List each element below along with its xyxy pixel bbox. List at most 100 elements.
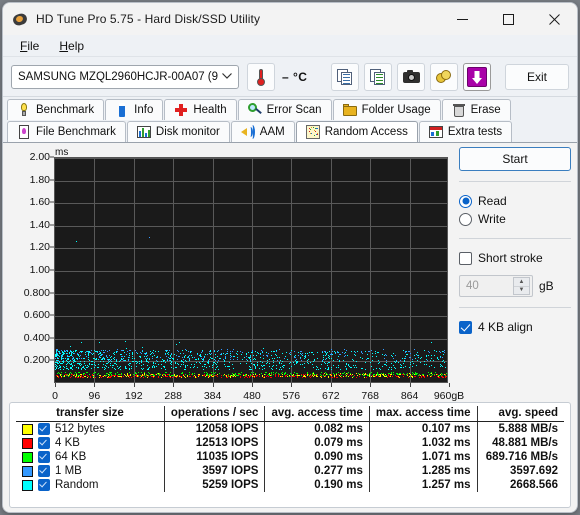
stepper-down-icon[interactable]: ▼: [514, 287, 529, 295]
data-point: [328, 350, 330, 352]
data-point: [140, 371, 142, 373]
cell-transfer-size[interactable]: Random: [16, 478, 164, 492]
data-point: [111, 366, 113, 368]
data-point: [208, 373, 210, 375]
data-point: [160, 367, 162, 369]
cell-avg-access: 0.079 ms: [264, 436, 370, 450]
data-point: [355, 373, 357, 375]
data-point: [434, 372, 436, 374]
data-point: [385, 354, 387, 356]
data-point: [440, 375, 442, 376]
cell-avg-access: 0.082 ms: [264, 421, 370, 436]
data-point: [296, 374, 298, 376]
y-axis-tick-label: 1.60: [29, 196, 50, 209]
row-checkbox[interactable]: [38, 465, 50, 477]
start-button[interactable]: Start: [459, 147, 571, 171]
data-point: [427, 372, 429, 374]
tab-info[interactable]: Info: [105, 99, 164, 120]
data-point: [109, 349, 111, 351]
data-point: [128, 357, 130, 359]
copy-image-button[interactable]: [364, 62, 392, 91]
minimize-button[interactable]: [439, 3, 485, 35]
checkbox-short-stroke[interactable]: Short stroke: [459, 249, 571, 267]
tab-file-benchmark[interactable]: File Benchmark: [7, 121, 126, 142]
row-checkbox[interactable]: [38, 479, 50, 491]
tab-extra-tests[interactable]: Extra tests: [418, 121, 513, 142]
menu-help[interactable]: Help: [50, 37, 93, 55]
data-point: [181, 359, 182, 361]
tab-disk-monitor[interactable]: Disk monitor: [126, 121, 230, 142]
radio-write-label: Write: [478, 212, 506, 226]
data-point: [135, 350, 137, 351]
row-checkbox[interactable]: [38, 423, 50, 435]
cell-transfer-size[interactable]: 1 MB: [16, 464, 164, 478]
checkbox-4kb-align[interactable]: 4 KB align: [459, 318, 571, 336]
data-point: [262, 377, 264, 378]
data-point: [104, 358, 105, 360]
data-point: [281, 361, 283, 362]
y-axis-tick-label: 0.600: [23, 309, 50, 322]
data-point: [249, 356, 251, 358]
data-point: [199, 355, 201, 357]
gridline-horizontal: [55, 316, 447, 318]
data-point: [418, 354, 420, 356]
tab-folder-usage[interactable]: Folder Usage: [332, 99, 441, 120]
tab-health[interactable]: Health: [164, 99, 237, 120]
tab-erase[interactable]: Erase: [441, 99, 511, 120]
data-point: [154, 362, 156, 364]
tab-benchmark[interactable]: Benchmark: [7, 99, 105, 120]
tab-error-scan[interactable]: Error Scan: [237, 99, 332, 120]
data-point: [129, 372, 131, 374]
legend-color-swatch: [22, 437, 33, 449]
data-point: [391, 363, 393, 365]
download-button[interactable]: [463, 62, 491, 91]
gridline-horizontal: [55, 225, 447, 227]
data-point: [252, 359, 254, 361]
temperature-button[interactable]: [247, 62, 275, 91]
data-point: [147, 361, 149, 363]
stepper-up-icon[interactable]: ▲: [514, 278, 529, 287]
data-point: [120, 372, 122, 374]
menu-file[interactable]: File: [11, 37, 48, 55]
radio-read[interactable]: Read: [459, 192, 571, 210]
tab-benchmark-label: Benchmark: [36, 104, 95, 116]
cell-transfer-size[interactable]: 64 KB: [16, 450, 164, 464]
cell-transfer-size[interactable]: 512 bytes: [16, 422, 164, 437]
row-checkbox[interactable]: [38, 437, 50, 449]
close-button[interactable]: [531, 3, 577, 35]
data-point: [70, 375, 72, 377]
data-point: [272, 358, 273, 359]
copy-text-button[interactable]: [331, 62, 359, 91]
data-point: [272, 371, 274, 373]
data-point: [107, 350, 109, 352]
data-point: [219, 357, 221, 359]
data-point: [300, 374, 302, 376]
short-stroke-stepper[interactable]: ▲ ▼: [513, 277, 530, 295]
row-checkbox[interactable]: [38, 451, 50, 463]
data-point: [101, 353, 103, 355]
data-point: [121, 377, 123, 379]
table-row[interactable]: Random 5259 IOPS 0.190 ms 1.257 ms 2668.566: [16, 478, 564, 492]
table-row[interactable]: 1 MB 3597 IOPS 0.277 ms 1.285 ms 3597.692: [16, 464, 564, 478]
table-row[interactable]: 64 KB 11035 IOPS 0.090 ms 1.071 ms 689.716 M…: [16, 450, 564, 464]
gridline-horizontal: [55, 203, 447, 205]
data-point: [325, 367, 327, 369]
tab-aam[interactable]: AAM: [230, 121, 295, 142]
short-stroke-input[interactable]: 40 ▲ ▼: [459, 275, 533, 297]
donate-button[interactable]: [430, 62, 458, 91]
data-point: [402, 362, 404, 364]
tab-random-access[interactable]: Random Access: [295, 121, 418, 142]
exit-button[interactable]: Exit: [505, 63, 569, 90]
screenshot-button[interactable]: [397, 62, 425, 91]
table-row[interactable]: 512 bytes 12058 IOPS 0.082 ms 0.107 ms 5.888…: [16, 421, 564, 437]
table-row[interactable]: 4 KB 12513 IOPS 0.079 ms 1.032 ms 48.881 MB/…: [16, 436, 564, 450]
data-point: [129, 350, 131, 352]
maximize-button[interactable]: [485, 3, 531, 35]
legend-color-swatch: [22, 423, 33, 435]
data-point: [119, 359, 121, 361]
cell-transfer-size[interactable]: 4 KB: [16, 436, 164, 450]
data-point: [103, 368, 105, 370]
drive-select[interactable]: SAMSUNG MZQL2960HCJR-00A07 (960: [11, 64, 239, 89]
data-point: [88, 365, 89, 367]
radio-write[interactable]: Write: [459, 210, 571, 228]
